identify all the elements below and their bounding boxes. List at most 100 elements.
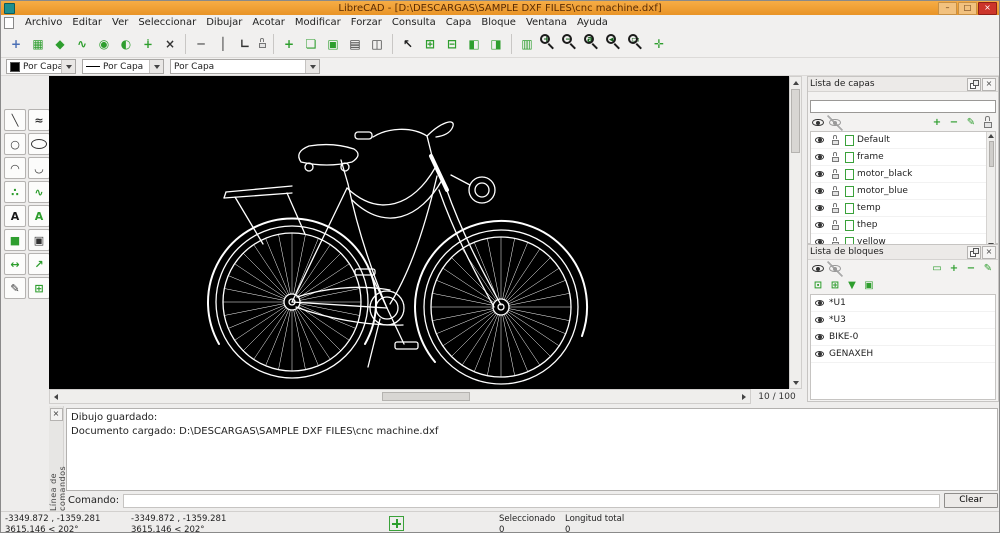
layer-color-icon[interactable] [845, 135, 854, 146]
layer-lock-icon[interactable] [829, 134, 842, 147]
add-layer-icon[interactable]: + [929, 115, 945, 131]
zoom-pan-icon[interactable]: ✛ [648, 33, 670, 55]
layer-row[interactable]: thep [811, 217, 995, 234]
block-row[interactable]: *U1 [811, 295, 995, 312]
save-block-icon[interactable]: ▼ [844, 278, 860, 294]
deselect-window-icon[interactable]: ⊟ [441, 33, 463, 55]
layer-row[interactable]: motor_black [811, 166, 995, 183]
text-tool-icon[interactable]: A [4, 205, 26, 227]
close-panel-button[interactable]: × [982, 246, 996, 259]
layer-visibility-icon[interactable] [813, 185, 826, 198]
lock-all-layers-icon[interactable] [980, 115, 996, 131]
auto-zoom-icon[interactable]: a [582, 33, 604, 55]
layer-visibility-icon[interactable] [813, 134, 826, 147]
layer-lock-icon[interactable] [829, 168, 842, 181]
menu-ver[interactable]: Ver [107, 17, 133, 28]
block-row[interactable]: *U3 [811, 312, 995, 329]
menu-editar[interactable]: Editar [67, 17, 107, 28]
horizontal-scrollbar[interactable] [49, 389, 751, 404]
chevron-down-icon[interactable] [61, 60, 75, 73]
layer-color-icon[interactable] [845, 203, 854, 214]
snap-center-icon[interactable]: ◉ [93, 33, 115, 55]
layer-visibility-icon[interactable] [813, 202, 826, 215]
snap-grid-icon[interactable]: ▦ [27, 33, 49, 55]
clear-button[interactable]: Clear [944, 493, 998, 508]
menu-dibujar[interactable]: Dibujar [201, 17, 247, 28]
drawing-canvas[interactable] [49, 76, 789, 389]
close-command-dock-button[interactable]: × [50, 408, 63, 421]
layer-lock-icon[interactable] [829, 202, 842, 215]
image-tool-icon[interactable]: ▣ [28, 229, 50, 251]
snap-endpoint-icon[interactable]: ◆ [49, 33, 71, 55]
block-row[interactable]: BIKE-0 [811, 329, 995, 346]
select-all-icon[interactable]: ◨ [485, 33, 507, 55]
color-combo[interactable]: Por Capa [6, 59, 76, 74]
attributes-block-icon[interactable]: ▣ [861, 278, 877, 294]
snap-free-icon[interactable]: + [5, 33, 27, 55]
lock-relative-zero-icon[interactable] [256, 37, 269, 50]
menu-ayuda[interactable]: Ayuda [572, 17, 613, 28]
hide-all-blocks-icon[interactable] [827, 261, 843, 277]
add-block-icon[interactable]: + [946, 261, 962, 277]
menu-modificar[interactable]: Modificar [290, 17, 346, 28]
save-document-icon[interactable]: ▣ [322, 33, 344, 55]
zoom-window-icon[interactable]: ▭ [626, 33, 648, 55]
modify-tool-icon[interactable]: ✎ [4, 277, 26, 299]
snap-distance-icon[interactable]: ∔ [137, 33, 159, 55]
layer-list-scrollbar[interactable] [986, 132, 995, 249]
linewidth-combo[interactable]: Por Capa [170, 59, 320, 74]
restrict-orthogonal-icon[interactable]: ∟ [234, 33, 256, 55]
select-contour-icon[interactable]: ◧ [463, 33, 485, 55]
remove-layer-icon[interactable]: − [946, 115, 962, 131]
command-history[interactable]: Dibujo guardado: Documento cargado: D:\D… [66, 408, 998, 491]
layer-row[interactable]: frame [811, 149, 995, 166]
command-input[interactable] [123, 494, 940, 508]
show-all-blocks-icon[interactable] [810, 261, 826, 277]
selection-pointer-icon[interactable]: ↖ [397, 33, 419, 55]
restrict-horizontal-icon[interactable]: ─ [190, 33, 212, 55]
leader-tool-icon[interactable]: ↗ [28, 253, 50, 275]
zoom-previous-icon[interactable]: ◂ [604, 33, 626, 55]
snap-indicator-icon[interactable] [389, 516, 404, 531]
menu-ventana[interactable]: Ventana [521, 17, 572, 28]
insert-block-icon[interactable]: ⊞ [827, 278, 843, 294]
layer-lock-icon[interactable] [829, 185, 842, 198]
vertical-scroll-thumb[interactable] [791, 89, 800, 153]
point-tool-icon[interactable]: ∴ [4, 181, 26, 203]
rename-block-icon[interactable]: ✎ [980, 261, 996, 277]
print-preview-icon[interactable]: ◫ [366, 33, 388, 55]
select-window-icon[interactable]: ⊞ [419, 33, 441, 55]
menu-acotar[interactable]: Acotar [247, 17, 289, 28]
float-panel-button[interactable] [967, 78, 981, 91]
close-panel-button[interactable]: × [982, 78, 996, 91]
layer-lock-icon[interactable] [829, 151, 842, 164]
arc-tool-icon[interactable]: ◠ [4, 157, 26, 179]
snap-intersection-icon[interactable]: × [159, 33, 181, 55]
scroll-thumb[interactable] [989, 141, 994, 167]
polyline-tool-icon[interactable]: ≈ [28, 109, 50, 131]
menu-bloque[interactable]: Bloque [476, 17, 521, 28]
mtext-tool-icon[interactable]: A [28, 205, 50, 227]
layer-color-icon[interactable] [845, 152, 854, 163]
layer-visibility-icon[interactable] [813, 219, 826, 232]
restrict-vertical-icon[interactable]: │ [212, 33, 234, 55]
remove-block-icon[interactable]: − [963, 261, 979, 277]
layer-visibility-icon[interactable] [813, 168, 826, 181]
layer-color-icon[interactable] [845, 220, 854, 231]
show-all-layers-icon[interactable] [810, 115, 826, 131]
print-icon[interactable]: ▤ [344, 33, 366, 55]
new-document-icon[interactable]: + [278, 33, 300, 55]
menu-consulta[interactable]: Consulta [387, 17, 441, 28]
scroll-right-icon[interactable] [738, 390, 750, 403]
scroll-up-icon[interactable] [790, 77, 801, 88]
menu-seleccionar[interactable]: Seleccionar [133, 17, 201, 28]
block-tool-icon[interactable]: ⊞ [28, 277, 50, 299]
minimize-button[interactable]: – [938, 2, 957, 15]
block-visibility-icon[interactable] [813, 331, 826, 344]
block-visibility-icon[interactable] [813, 297, 826, 310]
layer-visibility-icon[interactable] [813, 151, 826, 164]
dimension-tool-icon[interactable]: ↔ [4, 253, 26, 275]
ellipse-tool-icon[interactable] [28, 133, 50, 155]
draw-order-icon[interactable]: ▥ [516, 33, 538, 55]
hide-all-layers-icon[interactable] [827, 115, 843, 131]
